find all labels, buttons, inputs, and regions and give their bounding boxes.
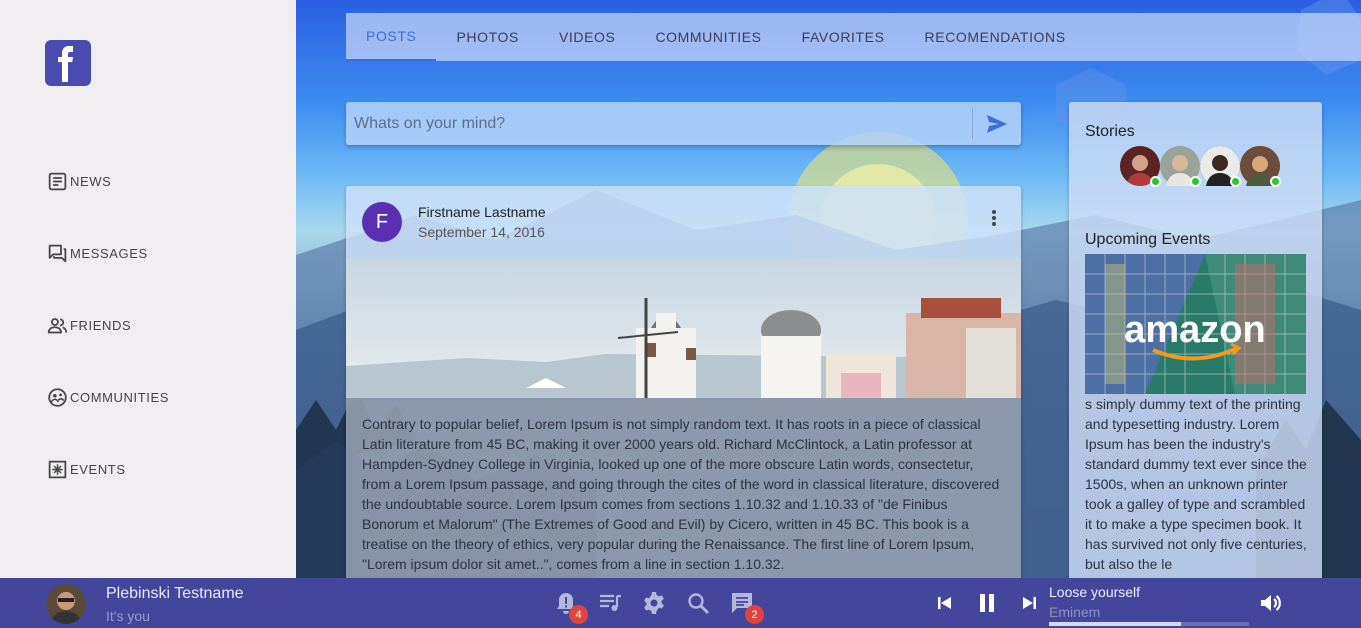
post-input[interactable] [346, 102, 972, 145]
post-body-text: Contrary to popular belief, Lorem Ipsum … [346, 398, 1021, 578]
event-description: s simply dummy text of the printing and … [1085, 396, 1307, 572]
song-progress-bar[interactable] [1049, 622, 1249, 626]
pause-icon [980, 594, 994, 612]
more-vert-icon [992, 210, 996, 226]
search-button[interactable] [685, 590, 711, 616]
amazon-logo-text: amazon [1124, 309, 1265, 351]
story-avatar[interactable] [1200, 146, 1241, 187]
sidebar-item-communities[interactable]: COMMUNITIES [47, 387, 169, 408]
story-avatar[interactable] [1120, 146, 1161, 187]
song-title: Loose yourself [1049, 584, 1141, 600]
send-icon [987, 114, 1007, 133]
search-icon [688, 593, 709, 614]
people-icon [47, 318, 68, 334]
user-name[interactable]: Plebinski Testname [106, 585, 244, 603]
tab-recomendations[interactable]: RECOMENDATIONS [905, 13, 1086, 61]
volume-up-icon [1261, 595, 1281, 611]
sidebar-item-label: FRIENDS [70, 318, 132, 333]
facebook-logo-icon[interactable] [45, 40, 91, 86]
sidebar-item-friends[interactable]: FRIENDS [47, 315, 131, 336]
newspaper-icon [48, 172, 67, 191]
volume-button[interactable] [1258, 590, 1284, 616]
tab-communities[interactable]: COMMUNITIES [635, 13, 781, 61]
stories-title: Stories [1085, 123, 1135, 140]
story-avatar[interactable] [1240, 146, 1281, 187]
previous-track-button[interactable] [932, 590, 958, 616]
notifications-count-badge: 4 [569, 605, 588, 624]
tab-photos[interactable]: PHOTOS [436, 13, 538, 61]
settings-button[interactable] [641, 590, 667, 616]
user-subtitle: It's you [106, 608, 150, 624]
song-artist: Eminem [1049, 604, 1101, 620]
sidebar: NEWS MESSAGES FRIENDS COMMUNITIES EVENTS [0, 0, 296, 578]
compose-box [346, 102, 1021, 145]
skip-next-icon [1023, 597, 1036, 609]
online-indicator [1270, 176, 1281, 187]
sidebar-item-label: MESSAGES [70, 246, 148, 261]
skip-previous-icon [938, 597, 951, 609]
playlist-music-icon [600, 594, 621, 611]
post-header: F Firstname Lastname September 14, 2016 [346, 186, 1021, 258]
sidebar-item-label: EVENTS [70, 462, 126, 477]
sidebar-item-label: COMMUNITIES [70, 390, 170, 405]
playlist-button[interactable] [597, 590, 623, 616]
sidebar-item-events[interactable]: EVENTS [47, 459, 126, 480]
events-title: Upcoming Events [1085, 231, 1211, 248]
next-track-button[interactable] [1016, 590, 1042, 616]
sidebar-item-news[interactable]: NEWS [47, 171, 111, 192]
sidebar-item-messages[interactable]: MESSAGES [47, 243, 148, 264]
post-image[interactable] [346, 258, 1021, 398]
author-avatar[interactable]: F [362, 202, 402, 242]
tab-videos[interactable]: VIDEOS [539, 13, 636, 61]
more-options-button[interactable] [987, 208, 1001, 228]
community-icon [48, 388, 67, 407]
right-panel: Stories Upcoming Events amazon s simply … [1069, 102, 1322, 578]
song-progress-fill [1049, 622, 1181, 626]
events-icon [48, 460, 67, 479]
event-image[interactable]: amazon [1085, 254, 1306, 394]
post-date: September 14, 2016 [418, 224, 545, 240]
pause-button[interactable] [974, 590, 1000, 616]
tab-bar: POSTS PHOTOS VIDEOS COMMUNITIES FAVORITE… [346, 13, 1361, 61]
sidebar-item-label: NEWS [70, 174, 112, 189]
messages-count-badge: 2 [745, 605, 764, 624]
forum-icon [48, 244, 67, 263]
bottom-bar: Plebinski Testname It's you 4 2 Loose yo… [0, 578, 1361, 628]
story-avatar[interactable] [1160, 146, 1201, 187]
user-avatar[interactable] [46, 584, 86, 624]
gear-icon [644, 592, 664, 614]
main-area: POSTS PHOTOS VIDEOS COMMUNITIES FAVORITE… [296, 0, 1361, 578]
post-card: F Firstname Lastname September 14, 2016 [346, 186, 1021, 578]
tab-posts[interactable]: POSTS [346, 13, 437, 61]
tab-favorites[interactable]: FAVORITES [782, 13, 905, 61]
send-button[interactable] [973, 102, 1021, 145]
post-author[interactable]: Firstname Lastname [418, 204, 546, 220]
